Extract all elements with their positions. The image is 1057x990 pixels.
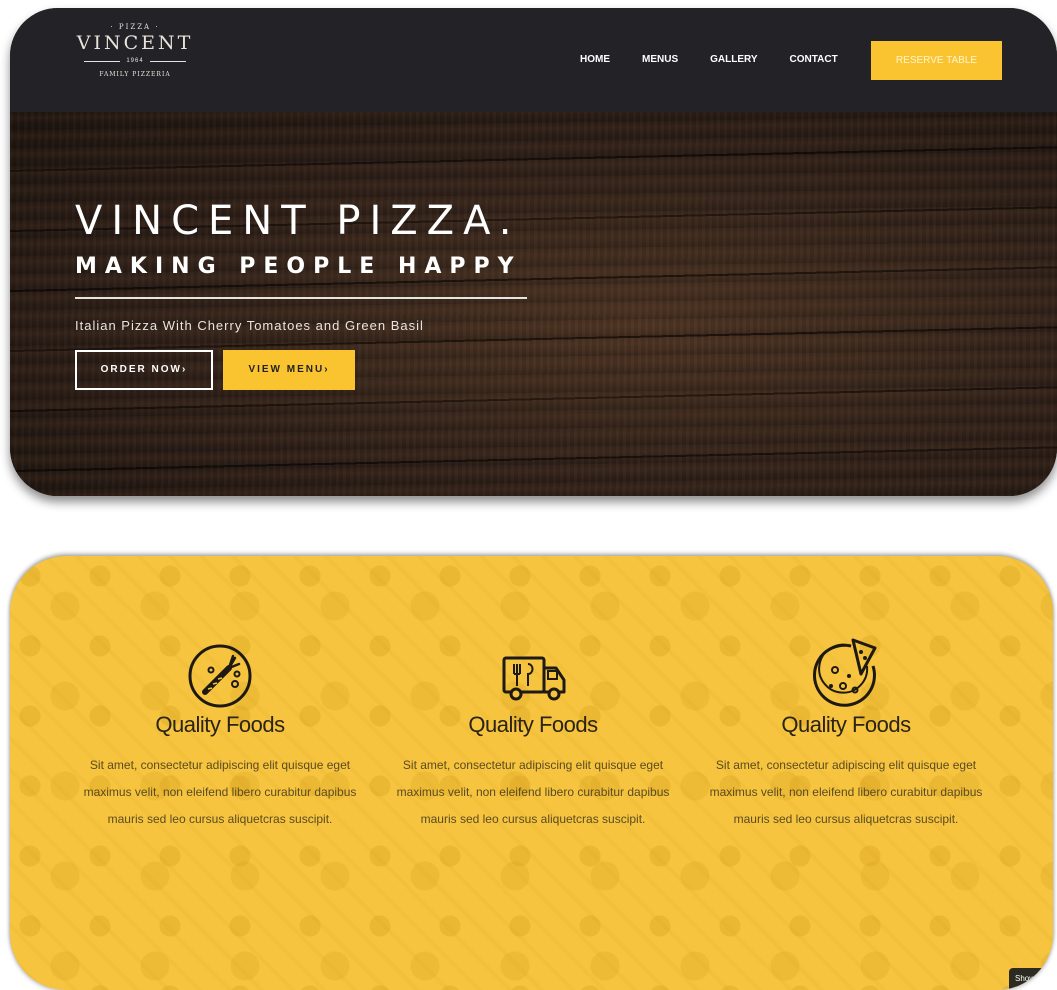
- hero-subtitle: MAKING PEOPLE HAPPY: [75, 254, 522, 279]
- feature-text: Sit amet, consectetur adipiscing elit qu…: [709, 758, 983, 826]
- hero-title: VINCENT PIZZA.: [75, 198, 521, 244]
- reserve-table-button[interactable]: RESERVE TABLE: [871, 41, 1002, 80]
- logo-top-text: · PIZZA ·: [110, 23, 160, 31]
- logo-rule-left: [84, 60, 121, 62]
- hero-section: · PIZZA · VINCENT 1964 FAMILY PIZZERIA H…: [10, 8, 1057, 496]
- show-tag[interactable]: Show: [1009, 968, 1053, 990]
- logo-subtitle: FAMILY PIZZERIA: [99, 71, 171, 78]
- feature-title: Quality Foods: [155, 712, 285, 737]
- feature-title: Quality Foods: [781, 712, 911, 737]
- logo[interactable]: · PIZZA · VINCENT 1964 FAMILY PIZZERIA: [70, 22, 200, 102]
- logo-year: 1964: [126, 58, 144, 64]
- view-menu-button[interactable]: VIEW MENU›: [223, 350, 355, 390]
- feature-item: Quality Foods Sit amet, consectetur adip…: [70, 636, 370, 833]
- nav-gallery[interactable]: GALLERY: [710, 54, 757, 65]
- feature-item: Quality Foods Sit amet, consectetur adip…: [696, 636, 996, 833]
- food-truck-icon: [496, 636, 570, 710]
- features-section: Quality Foods Sit amet, consectetur adip…: [10, 556, 1053, 990]
- nav-home[interactable]: HOME: [580, 54, 610, 65]
- logo-name: VINCENT: [76, 32, 194, 54]
- feature-text: Sit amet, consectetur adipiscing elit qu…: [396, 758, 670, 826]
- feature-item: Quality Foods Sit amet, consectetur adip…: [383, 636, 683, 833]
- nav-contact[interactable]: CONTACT: [790, 54, 838, 65]
- hero-tagline: Italian Pizza With Cherry Tomatoes and G…: [75, 318, 424, 333]
- nav-menus[interactable]: MENUS: [642, 54, 678, 65]
- logo-rule-right: [149, 60, 186, 62]
- nav-links: HOME MENUS GALLERY CONTACT: [580, 54, 870, 65]
- wood-grain: [10, 112, 1057, 496]
- hero-background: [10, 112, 1057, 496]
- feature-text: Sit amet, consectetur adipiscing elit qu…: [83, 758, 357, 826]
- logo-year-row: 1964: [70, 54, 200, 68]
- order-now-button[interactable]: ORDER NOW›: [75, 350, 213, 390]
- pizza-icon: [809, 636, 883, 710]
- navbar: · PIZZA · VINCENT 1964 FAMILY PIZZERIA H…: [10, 8, 1057, 112]
- feature-title: Quality Foods: [468, 712, 598, 737]
- hero-divider: [75, 297, 527, 299]
- carrot-plate-icon: [183, 636, 257, 710]
